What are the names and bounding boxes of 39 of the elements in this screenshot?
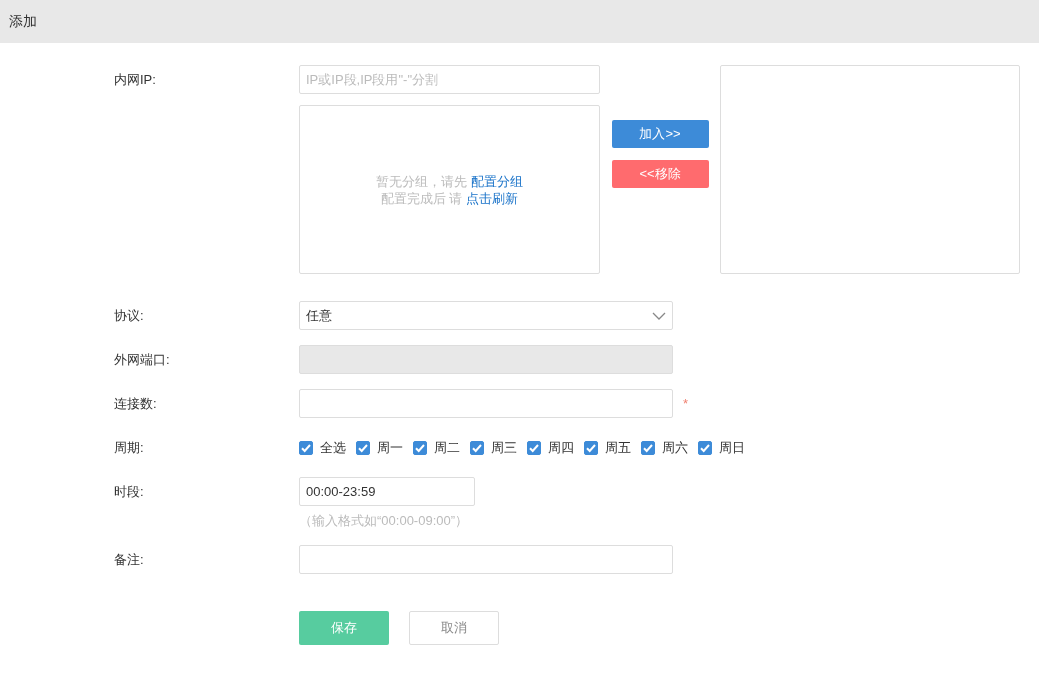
checkbox[interactable]	[470, 440, 484, 455]
cancel-button[interactable]: 取消	[409, 611, 499, 645]
field-label: 连接数:	[114, 396, 157, 411]
connections-input-field[interactable]	[299, 389, 673, 418]
protocol-dropdown[interactable]: 任意	[299, 301, 673, 330]
group-link[interactable]: 点击刷新	[466, 190, 519, 206]
page-title: 添加	[9, 13, 37, 29]
field-label: 时段:	[114, 484, 144, 499]
checkbox[interactable]	[413, 440, 427, 455]
group-link[interactable]: 配置分组	[470, 173, 523, 189]
field-label: 协议:	[114, 308, 144, 323]
checkbox[interactable]	[641, 440, 655, 455]
checkbox-label: 周六	[662, 438, 688, 457]
checkbox-label: 周二	[434, 438, 460, 457]
checkbox-label: 周一	[377, 438, 403, 457]
checkbox[interactable]	[299, 440, 313, 455]
checkbox-label: 周四	[548, 438, 574, 457]
format-hint: （输入格式如“00:00-09:00”）	[299, 512, 470, 530]
time-input-field[interactable]: 00:00-23:59	[299, 477, 475, 506]
remove-button[interactable]: <<移除	[611, 160, 709, 188]
checkbox-label: 周五	[605, 438, 631, 457]
checkbox[interactable]	[356, 440, 370, 455]
checkbox-label: 周日	[719, 438, 745, 457]
chevron-down-icon	[652, 311, 666, 320]
checkbox[interactable]	[527, 440, 541, 455]
remarks-input-field[interactable]	[299, 545, 673, 574]
ip-input-field[interactable]: IP或IP段,IP段用"-"分割	[299, 65, 600, 94]
checkbox[interactable]	[584, 440, 598, 455]
empty-group-text: 暂无分组，请先	[376, 173, 469, 189]
checkbox[interactable]	[698, 440, 712, 455]
field-label: 内网IP:	[114, 72, 156, 87]
empty-group-text: 配置完成后 请	[380, 190, 464, 206]
required-mark: *	[683, 396, 689, 411]
field-label: 外网端口:	[114, 352, 170, 367]
checkbox-label: 全选	[320, 438, 346, 457]
field-label: 备注:	[114, 552, 144, 567]
checkbox-label: 周三	[491, 438, 517, 457]
field-label: 周期:	[114, 440, 144, 455]
add-button[interactable]: 加入>>	[611, 120, 709, 148]
